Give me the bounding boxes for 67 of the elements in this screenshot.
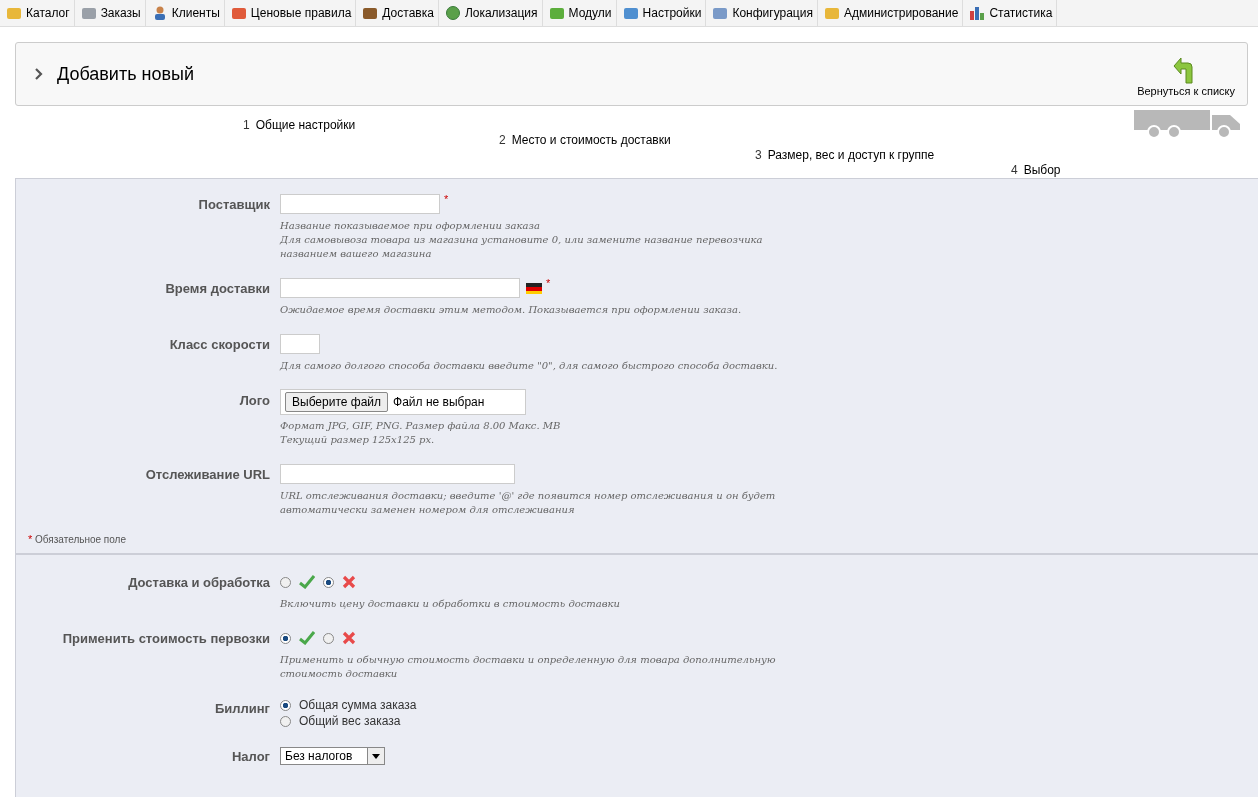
hint-text: Для самовывоза товара из магазина установите 0, или замените название перевозчика названием вашего магазина	[280, 233, 764, 261]
file-input[interactable]: Выберите файл Файл не выбран	[280, 389, 526, 415]
file-status: Файл не выбран	[393, 395, 485, 409]
required-note: Обязательное поле	[35, 534, 126, 545]
nav-tab[interactable]: Настройки	[616, 0, 707, 26]
nav-tab[interactable]: Доставка	[356, 0, 439, 26]
check-icon	[299, 575, 315, 589]
step-label: Размер, вес и доступ к группе	[767, 147, 935, 162]
check-icon	[299, 631, 315, 645]
radio-label: Общая сумма заказа	[299, 698, 417, 712]
chevron-icon	[34, 68, 43, 80]
step-number: 2	[499, 132, 506, 147]
field-label: Налог	[230, 748, 271, 765]
nav-tab[interactable]: Клиенты	[145, 0, 225, 26]
field-label: Время доставки	[164, 280, 271, 298]
hint-text: Формат JPG, GIF, PNG. Размер файла 8.00 Макс. MB	[280, 419, 562, 433]
radio-button[interactable]	[280, 699, 291, 711]
hint-text: Название показываемое при оформлении заказа	[280, 219, 541, 233]
field-label: Поставщик	[197, 196, 271, 214]
nav-tab[interactable]: Каталог	[0, 0, 75, 26]
hint-text: Ожидаемое время доставки этим методом. Показывается при оформлении заказа.	[280, 303, 743, 317]
tax-select[interactable]: Без налогов	[280, 747, 385, 765]
field-label: Биллинг	[213, 700, 271, 718]
cross-icon	[342, 575, 356, 589]
text-field[interactable]	[280, 334, 320, 354]
cross-icon	[342, 631, 356, 645]
radio-button[interactable]	[280, 715, 291, 727]
field-label: Отслеживание URL	[144, 466, 271, 484]
text-field[interactable]	[280, 194, 440, 214]
nav-tab[interactable]: Ценовые правила	[224, 0, 357, 26]
field-label: Класс скорости	[168, 336, 271, 354]
step-label: Общие настройки	[255, 117, 356, 132]
nav-tab[interactable]: Конфигурация	[706, 0, 818, 26]
nav-tab[interactable]: Статистика	[963, 0, 1058, 26]
hint-text: Текущий размер 125x125 px.	[280, 433, 436, 447]
dropdown-arrow-icon	[372, 753, 380, 759]
step-number: 1	[243, 117, 250, 132]
page-title: Добавить новый	[57, 63, 196, 85]
bar-chart-icon	[969, 6, 986, 20]
flag-icon[interactable]	[526, 282, 542, 294]
radio-button[interactable]	[323, 576, 334, 588]
step-label: Место и стоимость доставки	[511, 132, 671, 147]
field-label: Доставка и обработка	[127, 574, 271, 592]
required-mark: *	[546, 277, 551, 289]
radio-button[interactable]	[280, 632, 291, 644]
text-field[interactable]	[280, 464, 515, 484]
field-label: Применить стоимость первозки	[61, 630, 271, 648]
back-button[interactable]: Вернуться к списку	[1137, 51, 1235, 97]
hint-text: Для самого долгого способа доставки введите "0", для самого быстрого способа доставки.	[280, 359, 779, 373]
nav-tab[interactable]: Модули	[542, 0, 617, 26]
required-mark: *	[28, 533, 33, 545]
hint-text: Включить цену доставки и обработки в стоимость доставки	[280, 597, 622, 611]
nav-tab[interactable]: Локализация	[438, 0, 543, 26]
nav-tab[interactable]: Заказы	[74, 0, 146, 26]
step-number: 4	[1011, 162, 1018, 177]
required-mark: *	[444, 193, 449, 205]
choose-file-button[interactable]: Выберите файл	[285, 392, 389, 412]
hint-text: URL отслеживания доставки; введите '@' где появится номер отслеживания и он будет автоматически заменен номером для отслеживания	[280, 489, 777, 517]
field-label: Лого	[238, 392, 271, 410]
step-label: Выбор	[1023, 162, 1061, 177]
radio-button[interactable]	[323, 632, 334, 644]
step-number: 3	[755, 147, 762, 162]
radio-button[interactable]	[280, 576, 291, 588]
radio-label: Общий вес заказа	[299, 714, 401, 728]
nav-tab[interactable]: Администрирование	[817, 0, 964, 26]
text-field[interactable]	[280, 278, 520, 298]
hint-text: Применить и обычную стоимость доставки и определенную для товара дополнительную стоимость доставки	[280, 653, 777, 681]
